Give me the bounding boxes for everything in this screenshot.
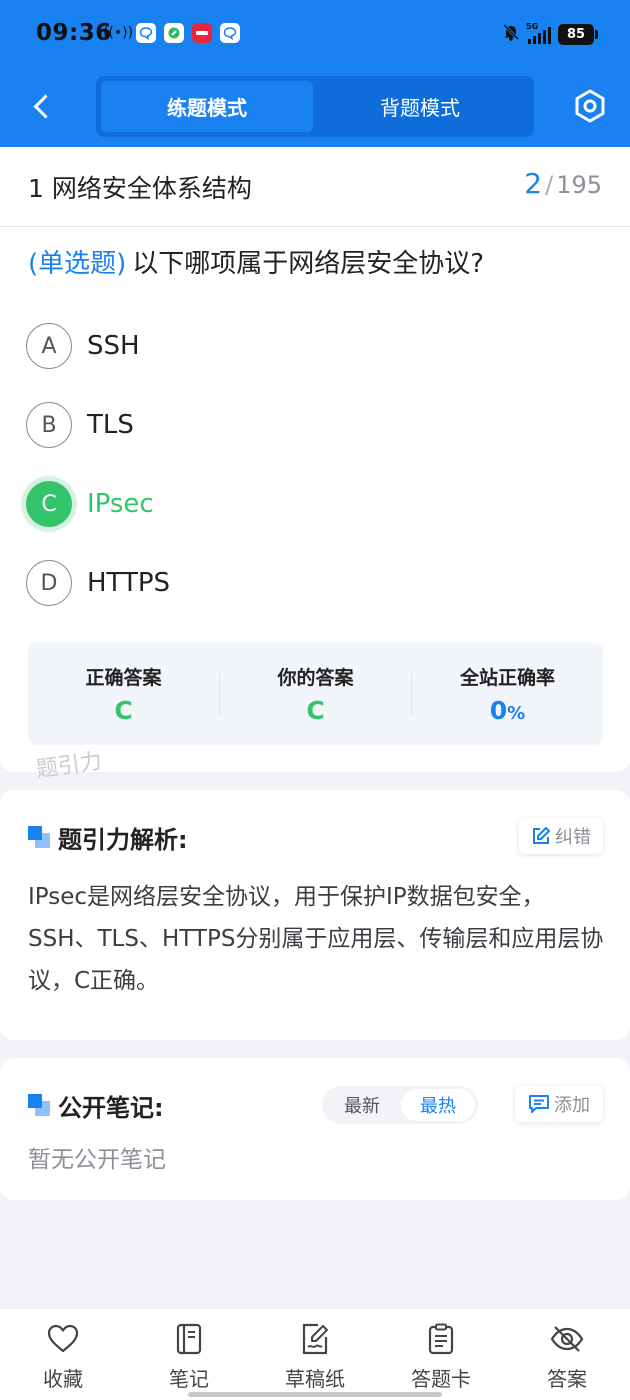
question-stem: (单选题) 以下哪项属于网络层安全协议? <box>28 243 484 280</box>
bell-off-icon <box>501 22 521 47</box>
chevron-left-icon <box>32 93 58 119</box>
analysis-text: IPsec是网络层安全协议，用于保护IP数据包安全，SSH、TLS、HTTPS分… <box>28 884 604 994</box>
correct-answer-label: 正确答案 <box>85 667 162 689</box>
comment-icon <box>529 1095 549 1113</box>
option-letter: C <box>26 481 72 527</box>
analysis-title: 题引力解析: <box>58 826 188 854</box>
option-text: HTTPS <box>87 568 171 598</box>
sort-hottest[interactable]: 最热 <box>401 1089 475 1121</box>
accuracy-rate-label: 全站正确率 <box>459 667 555 689</box>
correct-answer-value: C <box>114 696 133 725</box>
accuracy-rate-value: 0% <box>412 696 603 725</box>
notification-icons: ((•)) <box>102 23 240 43</box>
top-header: 09:36 ((•)) 5G 85 练题模式 背题模式 <box>0 0 630 147</box>
correct-answer-block: 正确答案 C <box>28 643 219 745</box>
add-note-label: 添加 <box>554 1095 590 1116</box>
option-letter: A <box>26 323 72 369</box>
favorite-label: 收藏 <box>43 1367 83 1391</box>
battery-level: 85 <box>566 27 586 42</box>
battery-icon: 85 <box>558 24 598 45</box>
answer-sheet-icon <box>428 1323 454 1355</box>
tab-practice-mode[interactable]: 练题模式 <box>101 81 313 132</box>
show-answer-label: 答案 <box>547 1367 587 1391</box>
notebook-icon <box>176 1323 202 1355</box>
notes-button[interactable]: 笔记 <box>126 1323 252 1395</box>
your-answer-label: 你的答案 <box>277 667 354 689</box>
question-type-label: (单选题) <box>28 249 127 279</box>
mode-switch: 练题模式 背题模式 <box>96 76 534 137</box>
option-text: TLS <box>87 410 134 440</box>
question-counter: 2 / 195 <box>524 167 602 200</box>
add-note-button[interactable]: 添加 <box>515 1086 603 1122</box>
total-question-count: 195 <box>556 171 602 199</box>
accuracy-rate-unit: % <box>507 703 526 724</box>
section-marker-icon <box>28 826 50 848</box>
home-indicator <box>188 1392 442 1397</box>
chat-bubble-icon <box>220 23 240 43</box>
bottom-toolbar: 收藏 笔记 草稿纸 答题卡 答案 <box>0 1308 630 1400</box>
option-b[interactable]: B TLS <box>26 401 606 449</box>
status-bar: 09:36 ((•)) 5G 85 <box>0 0 630 68</box>
counter-separator: / <box>545 171 554 199</box>
notes-title: 公开笔记: <box>58 1094 164 1122</box>
draft-icon <box>302 1323 328 1355</box>
public-notes-card: 公开笔记: 最新 最热 添加 暂无公开笔记 <box>0 1058 630 1200</box>
option-d[interactable]: D HTTPS <box>26 559 606 607</box>
answer-summary: 正确答案 C 你的答案 C 全站正确率 0% <box>28 643 603 745</box>
answer-sheet-label: 答题卡 <box>411 1367 471 1391</box>
option-letter: B <box>26 402 72 448</box>
red-app-icon <box>192 23 212 43</box>
favorite-button[interactable]: 收藏 <box>0 1323 126 1395</box>
hexagon-settings-icon <box>575 89 605 123</box>
analysis-card: 题引力解析: 纠错 IPsec是网络层安全协议，用于保护IP数据包安全，SSH、… <box>0 790 630 1040</box>
question-text: 以下哪项属于网络层安全协议? <box>132 249 485 279</box>
current-question-number: 2 <box>524 167 543 200</box>
draft-paper-button[interactable]: 草稿纸 <box>252 1323 378 1395</box>
notes-label: 笔记 <box>169 1367 209 1391</box>
chapter-title: 1 网络安全体系结构 <box>28 174 252 203</box>
option-a[interactable]: A SSH <box>26 322 606 370</box>
empty-notes-text: 暂无公开笔记 <box>28 1147 166 1173</box>
hotspot-icon: ((•)) <box>102 25 134 41</box>
chapter-row: 1 网络安全体系结构 2 / 195 <box>0 147 630 227</box>
status-time: 09:36 <box>36 20 112 46</box>
sort-latest[interactable]: 最新 <box>325 1089 399 1121</box>
chat-bubble-icon <box>136 23 156 43</box>
show-answer-button[interactable]: 答案 <box>504 1323 630 1395</box>
green-app-icon <box>164 23 184 43</box>
your-answer-value: C <box>306 696 325 725</box>
status-indicators: 5G 85 <box>501 22 598 47</box>
option-text: IPsec <box>87 489 154 519</box>
option-text: SSH <box>87 331 140 361</box>
heart-icon <box>47 1324 79 1353</box>
question-card: 1 网络安全体系结构 2 / 195 (单选题) 以下哪项属于网络层安全协议? A… <box>0 147 630 772</box>
tab-memorize-mode[interactable]: 背题模式 <box>314 81 526 132</box>
option-c[interactable]: C IPsec <box>26 480 606 528</box>
draft-paper-label: 草稿纸 <box>285 1367 345 1391</box>
accuracy-rate-block: 全站正确率 0% <box>412 643 603 745</box>
section-marker-icon <box>28 1094 50 1116</box>
back-button[interactable] <box>26 86 58 126</box>
eye-off-icon <box>550 1326 584 1352</box>
notes-sort-switch: 最新 最热 <box>322 1086 478 1124</box>
report-error-button[interactable]: 纠错 <box>519 818 603 854</box>
option-letter: D <box>26 560 72 606</box>
your-answer-block: 你的答案 C <box>220 643 411 745</box>
edit-icon <box>533 827 550 844</box>
cell-signal-icon: 5G <box>526 22 551 44</box>
settings-button[interactable] <box>572 88 608 124</box>
network-type: 5G <box>526 21 539 31</box>
report-error-label: 纠错 <box>555 827 591 848</box>
accuracy-rate-number: 0 <box>489 696 508 725</box>
answer-sheet-button[interactable]: 答题卡 <box>378 1323 504 1395</box>
